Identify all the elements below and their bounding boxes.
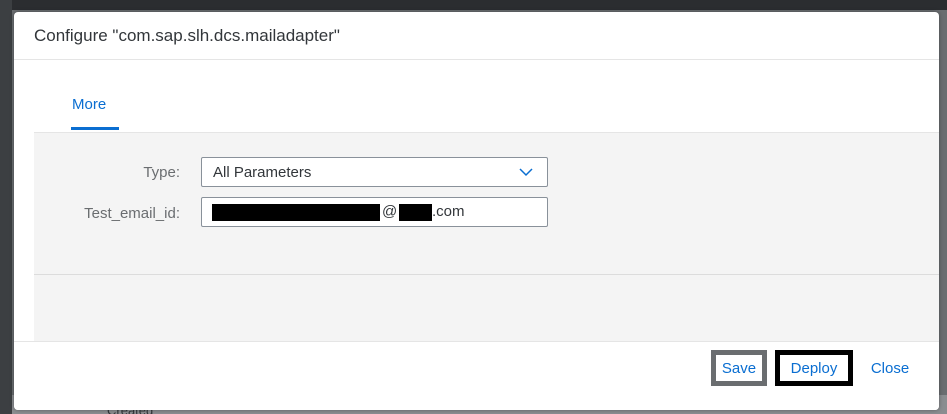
tab-bar: More	[34, 60, 939, 132]
type-select-value: All Parameters	[213, 164, 312, 181]
redaction-box-domain	[399, 204, 432, 221]
dialog-header: Configure "com.sap.slh.dcs.mailadapter"	[14, 12, 939, 60]
type-select[interactable]: All Parameters	[201, 157, 548, 187]
email-at-sign: @	[382, 203, 398, 220]
close-button[interactable]: Close	[861, 350, 919, 386]
redaction-box-local-part	[212, 204, 380, 221]
form-panel: Type: All Parameters Test_email_id: @ .c…	[34, 132, 939, 275]
test-email-label: Test_email_id:	[84, 205, 180, 222]
test-email-input[interactable]: @ .com	[201, 197, 548, 227]
dialog-title: Configure "com.sap.slh.dcs.mailadapter"	[34, 26, 340, 45]
type-label: Type:	[143, 164, 180, 181]
tab-more-label: More	[72, 96, 107, 113]
email-domain-suffix: .com	[432, 203, 465, 220]
dialog-footer: Save Deploy Close	[14, 341, 939, 410]
tab-selected-indicator	[71, 127, 119, 130]
backdrop-left-bar	[0, 0, 12, 414]
deploy-button[interactable]: Deploy	[775, 350, 853, 386]
form-panel-lower	[34, 274, 939, 342]
tab-more[interactable]: More	[71, 90, 119, 132]
configure-dialog: Configure "com.sap.slh.dcs.mailadapter" …	[14, 12, 939, 410]
save-button[interactable]: Save	[711, 350, 767, 386]
chevron-down-icon	[519, 168, 533, 177]
backdrop-top-bar	[0, 0, 947, 10]
